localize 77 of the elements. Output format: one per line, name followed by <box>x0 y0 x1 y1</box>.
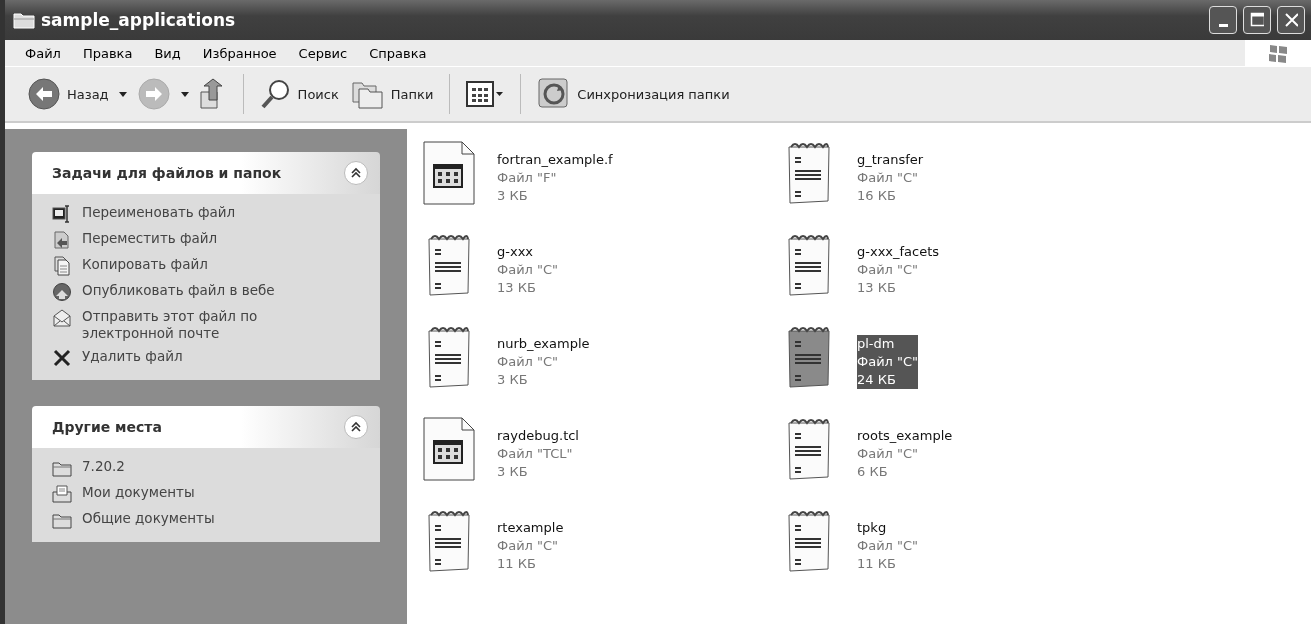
menu-item[interactable]: Справка <box>369 45 427 61</box>
windows-logo-icon <box>1267 42 1289 64</box>
collapse-button[interactable] <box>344 415 368 439</box>
file-name[interactable]: nurb_example <box>497 335 590 353</box>
file-size: 3 КБ <box>497 371 529 389</box>
search-icon <box>259 78 292 110</box>
chevron-icon <box>350 167 362 179</box>
file-name[interactable]: g_transfer <box>857 151 924 169</box>
menu-item[interactable]: Вид <box>154 45 181 61</box>
collapse-button[interactable] <box>344 161 368 185</box>
file-type: Файл "C" <box>497 537 560 555</box>
chevron-icon <box>350 421 362 433</box>
file-name[interactable]: fortran_example.f <box>497 151 613 169</box>
menu-item[interactable]: Сервис <box>298 45 348 61</box>
window-title: sample_applications <box>41 10 236 30</box>
task-link[interactable]: Отправить этот файл по электронной почте <box>82 308 322 342</box>
file-size: 13 КБ <box>497 279 537 297</box>
folders-icon <box>350 79 385 109</box>
close-icon <box>1284 12 1298 28</box>
move-file-icon <box>52 230 72 250</box>
file-size: 13 КБ <box>857 279 897 297</box>
file-name[interactable]: tpkg <box>857 519 919 537</box>
delete-icon <box>52 348 72 368</box>
task-link[interactable]: Общие документы <box>82 510 215 527</box>
file-name[interactable]: g-xxx_facets <box>857 243 940 261</box>
file-type: Файл "C" <box>857 445 920 463</box>
back-button[interactable]: Назад <box>25 75 111 113</box>
menu-item[interactable]: Файл <box>25 45 61 61</box>
file-type: Файл "C" <box>857 353 919 371</box>
file-size: 6 КБ <box>857 463 889 481</box>
maximize-button[interactable] <box>1243 6 1271 34</box>
file-size: 11 КБ <box>857 555 897 573</box>
file-type: Файл "C" <box>497 261 559 279</box>
file-name[interactable]: raydebug.tcl <box>497 427 579 445</box>
maximize-icon <box>1250 12 1264 28</box>
sync-folder-button[interactable]: Синхронизация папки <box>535 75 732 113</box>
task-link[interactable]: Мои документы <box>82 484 195 501</box>
caret-icon[interactable] <box>118 91 127 97</box>
close-button[interactable] <box>1277 6 1305 34</box>
file-size: 3 КБ <box>497 463 529 481</box>
file-type: Файл "C" <box>857 537 919 555</box>
task-link[interactable]: Переименовать файл <box>82 204 236 221</box>
caret-icon[interactable] <box>180 91 189 97</box>
file-name[interactable]: pl-dm <box>857 335 919 353</box>
task-link[interactable]: Удалить файл <box>82 348 183 365</box>
file-type: Файл "F" <box>497 169 558 187</box>
panel-title: Другие места <box>52 419 162 435</box>
file-size: 24 КБ <box>857 371 919 389</box>
documents-folder-icon <box>52 484 72 504</box>
rename-icon <box>52 204 72 224</box>
task-link[interactable]: Копировать файл <box>82 256 208 273</box>
globe-icon <box>52 282 72 302</box>
copy-file-icon <box>52 256 72 276</box>
task-link[interactable]: Опубликовать файл в вебе <box>82 282 275 299</box>
folders-button[interactable]: Папки <box>348 77 436 111</box>
search-button[interactable]: Поиск <box>257 76 341 112</box>
menu-item[interactable]: Избранное <box>202 45 277 61</box>
file-name[interactable]: g-xxx <box>497 243 559 261</box>
application-file-icon[interactable] <box>421 141 475 205</box>
task-link[interactable]: 7.20.2 <box>82 458 125 475</box>
file-type: Файл "C" <box>497 353 560 371</box>
task-link[interactable]: Переместить файл <box>82 230 218 247</box>
minimize-icon <box>1218 23 1228 27</box>
file-type: Файл "C" <box>857 169 920 187</box>
application-file-icon[interactable] <box>421 417 475 481</box>
file-name[interactable]: roots_example <box>857 427 953 445</box>
file-type: Файл "TCL" <box>497 445 574 463</box>
file-type: Файл "C" <box>857 261 920 279</box>
file-size: 3 КБ <box>497 187 529 205</box>
file-name[interactable]: rtexample <box>497 519 564 537</box>
menu-item[interactable]: Правка <box>82 45 133 61</box>
file-size: 16 КБ <box>857 187 897 205</box>
envelope-icon <box>52 308 72 328</box>
panel-title: Задачи для файлов и папок <box>52 165 282 181</box>
folder-icon <box>13 11 35 29</box>
minimize-button[interactable] <box>1209 6 1237 34</box>
file-size: 11 КБ <box>497 555 537 573</box>
